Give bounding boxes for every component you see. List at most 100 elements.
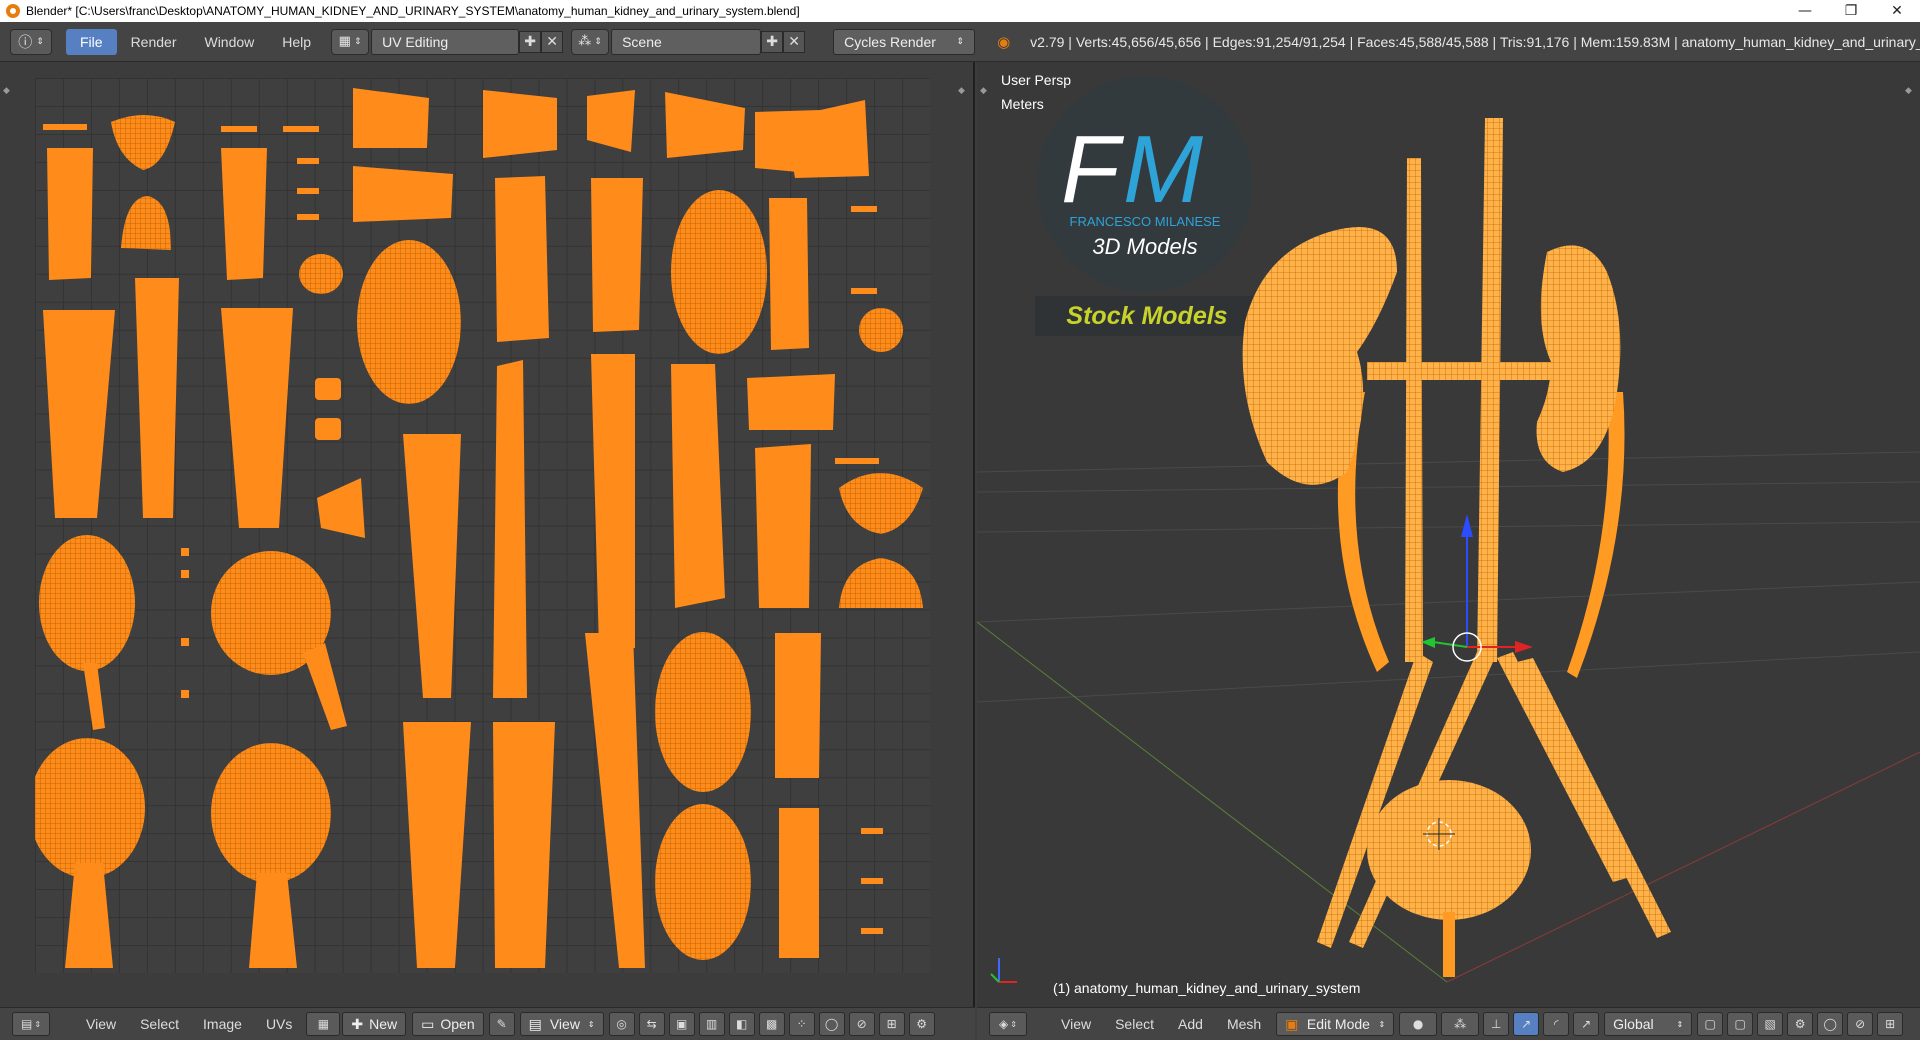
pivot-point-button[interactable]: ⁂ — [1441, 1012, 1480, 1036]
new-image-label: New — [369, 1016, 398, 1032]
uv-island — [587, 90, 635, 152]
uv-island — [755, 444, 811, 608]
limit-selection-button[interactable]: ⚙ — [1787, 1012, 1814, 1036]
face-select-icon: ◧ — [735, 1017, 748, 1031]
add-layout-button[interactable]: ✚ — [519, 30, 542, 53]
uv-island — [591, 354, 635, 648]
viewport-shading-button[interactable]: ● — [1399, 1012, 1438, 1036]
delete-layout-button[interactable]: ✕ — [541, 30, 564, 53]
shading-sphere-icon: ● — [1412, 1017, 1424, 1031]
display-settings-button[interactable]: ⚙ — [908, 1012, 935, 1036]
pivot-button[interactable]: ◎ — [608, 1012, 635, 1036]
uv-menu-view[interactable]: View — [74, 1016, 128, 1032]
viewport-scene[interactable]: F M FRANCESCO MILANESE 3D Models Stock M… — [977, 62, 1920, 1007]
mode-dropdown[interactable]: ▣ Edit Mode ⇕ — [1276, 1012, 1395, 1036]
vp-menu-add[interactable]: Add — [1166, 1016, 1215, 1032]
menu-render[interactable]: Render — [117, 29, 191, 55]
uv-island — [249, 873, 297, 968]
uv-image-editor[interactable]: ◆ ◆ — [0, 62, 975, 1007]
proportional-icon: ◯ — [824, 1017, 839, 1031]
z-arrow-icon[interactable] — [1461, 514, 1473, 537]
uv-menu-image[interactable]: Image — [191, 1016, 254, 1032]
uv-menu-select[interactable]: Select — [128, 1016, 191, 1032]
snap-element-button[interactable]: ⊞ — [1877, 1012, 1904, 1036]
uv-island — [135, 278, 179, 518]
close-button[interactable]: ✕ — [1874, 0, 1920, 22]
updown-icon: ⇕ — [1010, 1019, 1017, 1029]
editor-type-button[interactable]: ◈ ⇕ — [989, 1012, 1027, 1036]
uv-island — [283, 126, 319, 132]
menu-window[interactable]: Window — [190, 29, 268, 55]
plus-icon: ✚ — [766, 33, 778, 50]
area-split-arrow-icon[interactable]: ◆ — [958, 86, 968, 96]
uv-island — [403, 722, 471, 968]
rotate-manipulator-button[interactable]: ◜ — [1543, 1012, 1570, 1036]
logo-author: FRANCESCO MILANESE — [1070, 214, 1221, 229]
vp-menu-mesh[interactable]: Mesh — [1215, 1016, 1273, 1032]
scene-icon-button[interactable]: ⁂ ⇕ — [571, 28, 610, 55]
scene-field[interactable]: Scene — [611, 28, 762, 55]
minimize-button[interactable]: — — [1782, 0, 1828, 22]
x-arrow-icon[interactable] — [1515, 641, 1533, 653]
left-kidney — [1242, 227, 1397, 485]
uv-island — [861, 828, 883, 834]
uv-island — [47, 148, 93, 280]
maximize-button[interactable]: ❐ — [1828, 0, 1874, 22]
vertex-select-mode-button[interactable]: ▢ — [1697, 1012, 1724, 1036]
orientation-dropdown[interactable]: Global ⇕ — [1604, 1012, 1693, 1036]
edge-select-button[interactable]: ▥ — [698, 1012, 725, 1036]
vp-menu-view[interactable]: View — [1049, 1016, 1103, 1032]
proportional-edit-button[interactable]: ◯ — [1817, 1012, 1844, 1036]
proportional-edit-button[interactable]: ◯ — [818, 1012, 845, 1036]
manipulator-toggle-button[interactable]: ⊥ — [1483, 1012, 1510, 1036]
uv-island — [779, 808, 819, 958]
sync-selection-button[interactable]: ⇆ — [638, 1012, 665, 1036]
face-select-button[interactable]: ◧ — [728, 1012, 755, 1036]
translate-manipulator-button[interactable]: ↗ — [1513, 1012, 1540, 1036]
area-split-arrow-icon[interactable]: ◆ — [3, 86, 13, 96]
uv-island — [83, 663, 105, 730]
folder-icon: ▭ — [421, 1015, 435, 1032]
layout-grid-icon: ▦ — [338, 34, 351, 49]
add-scene-button[interactable]: ✚ — [761, 30, 784, 53]
view-mode-icon: ▤ — [528, 1015, 542, 1032]
vp-menu-select[interactable]: Select — [1103, 1016, 1166, 1032]
uv-island — [655, 804, 751, 960]
uv-islands[interactable] — [29, 78, 930, 973]
uv-menu-uvs[interactable]: UVs — [254, 1016, 304, 1032]
transform-manipulator[interactable] — [1421, 514, 1533, 662]
y-arrow-icon[interactable] — [1421, 637, 1435, 648]
vertex-select-button[interactable]: ▣ — [668, 1012, 695, 1036]
render-engine-dropdown[interactable]: Cycles Render ⇕ — [833, 28, 976, 55]
face-select-mode-button[interactable]: ▧ — [1757, 1012, 1784, 1036]
pin-button[interactable]: ✎ — [488, 1012, 515, 1036]
scale-manipulator-button[interactable]: ↗ — [1573, 1012, 1600, 1036]
menu-file[interactable]: File — [66, 28, 117, 55]
blender-status-icon: ◉ — [997, 32, 1011, 51]
editor-type-button[interactable]: ▤ ⇕ — [12, 1012, 50, 1036]
editor-type-button[interactable]: ⓘ ⇕ — [10, 28, 52, 55]
snap-button[interactable]: ⊘ — [848, 1012, 875, 1036]
uv-island — [671, 364, 725, 608]
island-select-button[interactable]: ▩ — [758, 1012, 785, 1036]
edge-select-mode-button[interactable]: ▢ — [1727, 1012, 1754, 1036]
view-mode-dropdown[interactable]: ▤ View ⇕ — [519, 1012, 604, 1036]
delete-scene-button[interactable]: ✕ — [783, 30, 806, 53]
uv-island — [353, 166, 453, 222]
3d-viewport[interactable]: ◆ ◆ User Persp Meters F M FRANCESCO MILA… — [977, 62, 1920, 1007]
screen-layout-field[interactable]: UV Editing — [371, 28, 520, 55]
menu-help[interactable]: Help — [268, 29, 325, 55]
snap-button[interactable]: ⊘ — [1847, 1012, 1874, 1036]
kidney-urinary-mesh[interactable] — [1242, 118, 1671, 977]
plus-icon: ✚ — [351, 1015, 364, 1032]
y-axis-handle[interactable] — [1432, 641, 1468, 648]
snap-element-button[interactable]: ⊞ — [878, 1012, 905, 1036]
browse-image-button[interactable]: ▦ — [306, 1012, 341, 1036]
logo-subtitle: 3D Models — [1092, 234, 1197, 259]
open-image-button[interactable]: ▭ Open — [412, 1012, 484, 1036]
new-image-button[interactable]: ✚ New — [342, 1012, 407, 1036]
vena-cava — [1405, 158, 1423, 662]
sticky-select-button[interactable]: ⁘ — [788, 1012, 815, 1036]
screen-layout-icon-button[interactable]: ▦ ⇕ — [331, 28, 370, 55]
uv-grid-canvas[interactable] — [29, 78, 930, 973]
